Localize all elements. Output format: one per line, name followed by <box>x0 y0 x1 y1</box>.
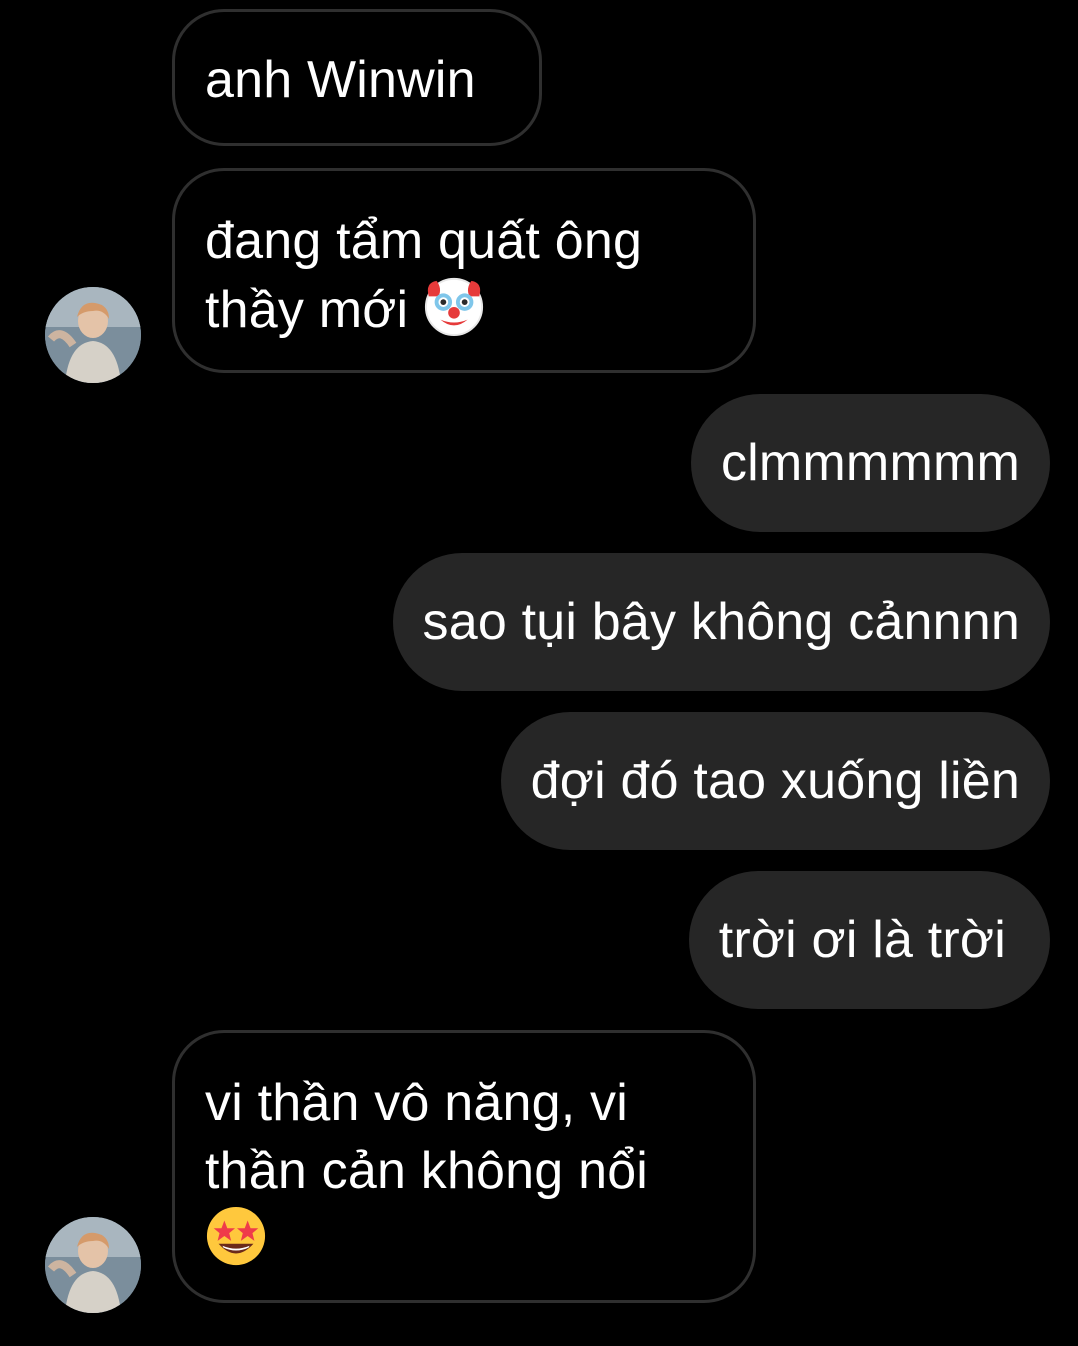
profile-photo <box>45 287 141 383</box>
profile-photo <box>45 1217 141 1313</box>
message-text: trời ơi là trời <box>718 911 1006 969</box>
emoji-line <box>205 1205 723 1274</box>
message-text: clmmmmmm <box>720 434 1020 492</box>
outgoing-message-bubble[interactable]: sao tụi bây không cảnnnn <box>392 553 1050 691</box>
avatar[interactable] <box>45 287 141 383</box>
message-text-line: thần cản không nổi <box>205 1142 649 1200</box>
message-text: sao tụi bây không cảnnnn <box>422 593 1020 651</box>
clown-face-icon <box>424 277 484 337</box>
message-text: đợi đó tao xuống liền <box>530 752 1020 810</box>
incoming-message-bubble[interactable]: vi thần vô năng, vi thần cản không nổi <box>172 1030 756 1303</box>
incoming-message-bubble[interactable]: anh Winwin <box>172 9 542 146</box>
incoming-message-bubble[interactable]: đang tẩm quất ông thầy mới <box>172 168 756 373</box>
message-text-line: đang tẩm quất ông <box>205 212 643 270</box>
outgoing-message-bubble[interactable]: clmmmmmm <box>690 394 1050 532</box>
star-struck-face-icon <box>206 1206 266 1266</box>
outgoing-message-bubble[interactable]: trời ơi là trời <box>688 871 1050 1009</box>
message-text-line-wrap: thầy mới <box>205 275 723 344</box>
message-text: anh Winwin <box>205 51 476 109</box>
outgoing-message-bubble[interactable]: đợi đó tao xuống liền <box>500 712 1050 850</box>
avatar[interactable] <box>45 1217 141 1313</box>
message-text-line: vi thần vô năng, vi <box>205 1074 628 1132</box>
message-text-line: thầy mới <box>205 281 409 339</box>
